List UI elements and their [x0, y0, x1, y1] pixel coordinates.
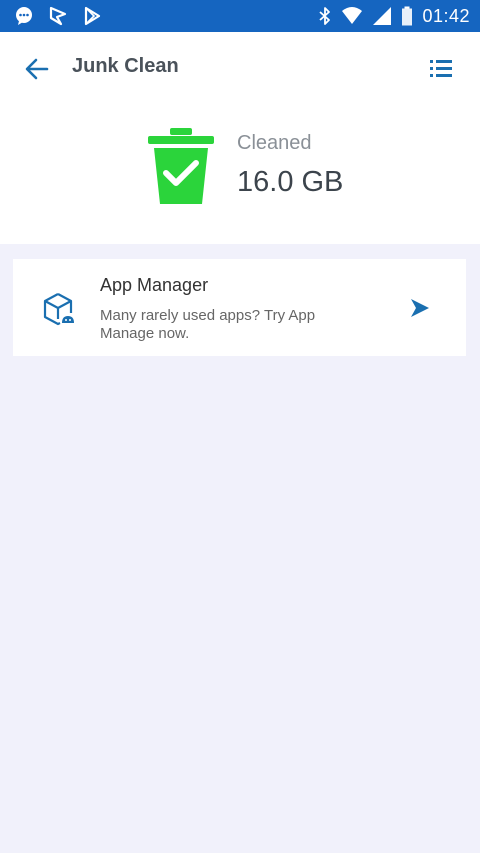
trash-check-icon	[146, 126, 216, 206]
app-box-icon	[42, 292, 76, 326]
screen: 01:42 Junk Clean Cleaned 16.0 GB App Man…	[0, 0, 480, 853]
message-icon	[14, 6, 34, 26]
page-title: Junk Clean	[72, 55, 179, 77]
app-manager-card[interactable]: App Manager Many rarely used apps? Try A…	[13, 259, 466, 356]
cleaned-size-value: 16.0 GB	[237, 166, 344, 198]
flag-icon	[48, 6, 68, 26]
clean-result-panel: Cleaned 16.0 GB	[0, 104, 480, 244]
arrow-left-icon	[25, 58, 49, 80]
wifi-icon	[341, 6, 363, 26]
list-icon	[430, 60, 452, 77]
back-button[interactable]	[22, 54, 52, 84]
clock: 01:42	[422, 5, 470, 26]
menu-button[interactable]	[426, 54, 456, 84]
status-bar: 01:42	[0, 0, 480, 32]
send-arrow-icon[interactable]	[409, 297, 431, 319]
play-store-icon	[82, 6, 102, 26]
signal-icon	[372, 6, 392, 26]
notification-icons	[14, 6, 116, 26]
card-description: Many rarely used apps? Try App Manage no…	[100, 307, 316, 342]
card-title: App Manager	[100, 275, 209, 295]
bluetooth-icon	[318, 6, 332, 26]
battery-icon	[401, 6, 413, 26]
result-label: Cleaned	[237, 132, 312, 154]
app-bar: Junk Clean	[0, 32, 480, 104]
system-icons: 01:42	[309, 6, 470, 27]
